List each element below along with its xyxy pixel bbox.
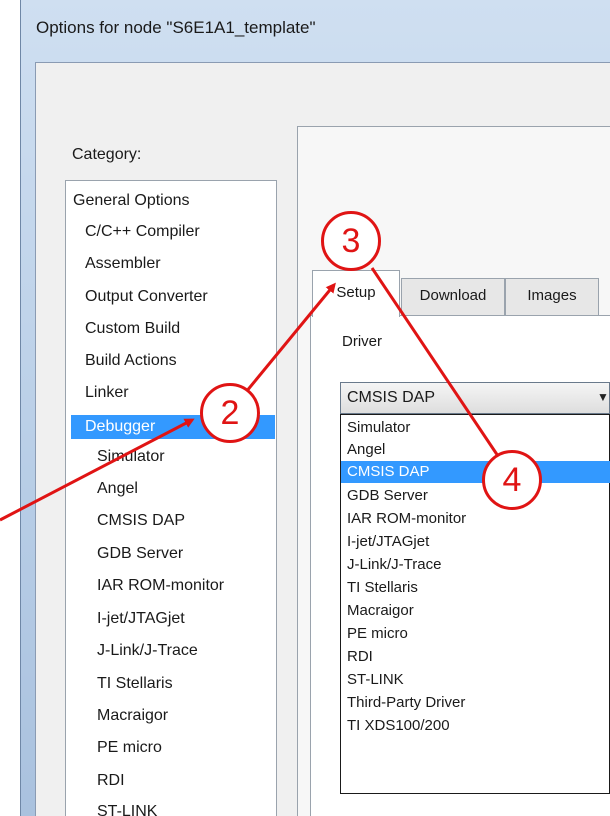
annotation-arrows — [0, 267, 504, 522]
arrow-to-debugger — [0, 418, 195, 522]
step-3-callout: 3 — [321, 211, 381, 271]
step-4-callout: 4 — [482, 450, 542, 510]
step-2-callout: 2 — [200, 383, 260, 443]
screenshot-stage: Options for node "S6E1A1_template" Categ… — [0, 0, 610, 816]
arrow-to-setup-tab — [244, 282, 336, 393]
arrow-to-cmsis-dap — [370, 267, 504, 465]
